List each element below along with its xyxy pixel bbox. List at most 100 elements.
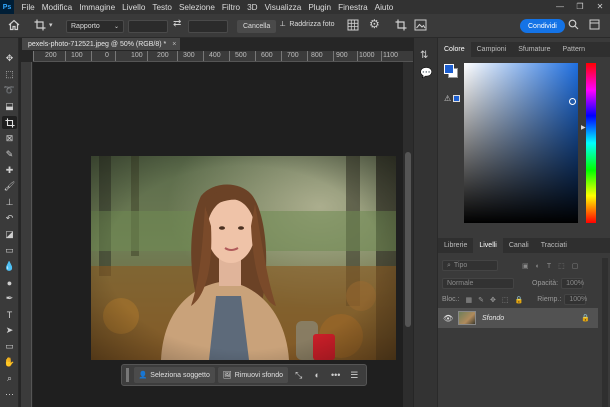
menu-testo[interactable]: Testo [149,3,176,12]
ruler-tick: 0 [105,52,109,59]
workspace-icon[interactable] [589,19,600,30]
menu-3d[interactable]: 3D [244,3,261,12]
eyedropper-tool-icon[interactable]: ✎ [2,148,17,161]
hue-slider-handle-icon[interactable]: ▶ [581,124,586,131]
sliders-icon[interactable]: ☰ [346,370,362,381]
image-frame-icon[interactable] [414,19,427,31]
crop-content-aware-icon[interactable] [395,19,407,31]
eraser-tool-icon[interactable]: ◪ [2,228,17,241]
grid-overlay-icon[interactable] [347,19,359,31]
maximize-button[interactable]: ❐ [570,0,590,14]
tab-tracciati[interactable]: Tracciati [535,238,573,253]
ruler-tick: 500 [235,52,247,59]
photoshop-logo[interactable]: Ps [0,0,14,14]
tab-sfumature[interactable]: Sfumature [512,42,556,57]
layer-filter-select[interactable]: ⌕ Tipo [442,260,498,271]
minimize-button[interactable]: — [550,0,570,14]
document-image[interactable] [91,156,396,360]
swap-arrows-icon[interactable]: ⇄ [173,19,181,29]
lasso-tool-icon[interactable]: ➰ [2,84,17,97]
ruler-tick: 100 [71,52,83,59]
eye-visibility-icon[interactable]: 👁 [443,314,453,323]
width-field[interactable] [128,20,168,33]
tab-colore[interactable]: Colore [438,42,471,57]
crop-tool-icon[interactable] [2,116,17,129]
menu-immagine[interactable]: Immagine [76,3,119,12]
healing-brush-tool-icon[interactable]: ✚ [2,164,17,177]
transform-icon[interactable]: ⤡ [291,370,307,381]
more-options-icon[interactable]: ••• [328,370,344,380]
share-button[interactable]: Condividi [520,19,565,33]
comments-panel-icon[interactable]: 💬 [420,68,432,79]
layer-row-sfondo[interactable]: 👁 Sfondo 🔒 [438,308,598,328]
adjustment-icon[interactable]: ◐ [309,370,325,380]
blend-mode-select[interactable]: Normale [442,278,514,289]
layer-filter-icons[interactable]: ▣◐T⬚▢ [522,262,585,270]
remove-background-button[interactable]: 🖼 Rimuovi sfondo [217,367,288,383]
select-subject-button[interactable]: 👤 Seleziona soggetto [133,367,215,383]
taskbar-drag-handle[interactable] [126,368,129,382]
menu-aiuto[interactable]: Aiuto [371,3,397,12]
gear-icon[interactable]: ⚙ [369,18,380,30]
crop-tool-preset-icon[interactable]: ▾ [34,19,53,31]
tab-pattern[interactable]: Pattern [557,42,592,57]
clone-stamp-tool-icon[interactable]: ⊥ [2,196,17,209]
tab-campioni[interactable]: Campioni [471,42,513,57]
menu-filtro[interactable]: Filtro [218,3,243,12]
path-selection-tool-icon[interactable]: ➤ [2,324,17,337]
lock-options-icons[interactable]: ▦✎✥⬚🔒 [466,296,530,304]
menu-selezione[interactable]: Selezione [175,3,218,12]
ruler-tick: 1000 [359,52,375,59]
move-tool-icon[interactable]: ✥ [2,52,17,65]
frame-tool-icon[interactable]: ⊠ [2,132,17,145]
contextual-task-bar: 👤 Seleziona soggetto 🖼 Rimuovi sfondo ⤡ … [121,364,367,386]
warning-icon: ⚠ [444,94,452,103]
gradient-tool-icon[interactable]: ▭ [2,244,17,257]
dodge-tool-icon[interactable]: ● [2,276,17,289]
lock-icon: 🔒 [581,315,590,322]
hand-tool-icon[interactable]: ✋ [2,356,17,369]
fill-field[interactable]: 100% [564,294,587,305]
color-picker-cursor[interactable] [569,98,576,105]
close-document-icon[interactable]: × [172,41,176,48]
blur-tool-icon[interactable]: 💧 [2,260,17,273]
brush-tool-icon[interactable]: 🖌 [2,180,17,193]
rectangle-tool-icon[interactable]: ▭ [2,340,17,353]
menu-plugin[interactable]: Plugin [305,3,335,12]
document-tab[interactable]: pexels-photo-712521.jpeg @ 50% (RGB/8) *… [22,38,180,50]
tab-librerie[interactable]: Librerie [438,238,473,253]
opacity-field[interactable]: 100% [561,278,584,289]
tab-livelli[interactable]: Livelli [473,238,503,253]
menu-file[interactable]: File [18,3,38,12]
more-tools-icon[interactable]: ⋯ [2,388,17,401]
scrollbar-thumb[interactable] [405,152,411,327]
foreground-color-swatch[interactable] [444,64,454,74]
zoom-tool-icon[interactable]: ⌕ [2,372,17,385]
right-panels: Colore Campioni Sfumature Pattern ⚠ ▶ Li… [438,38,610,407]
menu-visualizza[interactable]: Visualizza [261,3,305,12]
tab-canali[interactable]: Canali [503,238,535,253]
window-controls: — ❐ ✕ [550,0,610,14]
ratio-select[interactable]: Rapporto ⌄ [66,20,124,33]
menu-modifica[interactable]: Modifica [38,3,76,12]
color-picker-field[interactable] [464,63,578,223]
type-tool-icon[interactable]: T [2,308,17,321]
properties-panel-icon[interactable]: ⇅ [420,50,428,61]
hue-slider[interactable] [586,63,596,223]
straighten-button[interactable]: ⟂ Raddrizza foto [280,20,334,28]
menu-livello[interactable]: Livello [119,3,149,12]
history-brush-tool-icon[interactable]: ↶ [2,212,17,225]
close-window-button[interactable]: ✕ [590,0,610,14]
height-field[interactable] [188,20,228,33]
gamut-swatch[interactable] [453,95,460,102]
pen-tool-icon[interactable]: ✒ [2,292,17,305]
home-icon[interactable] [8,19,20,31]
search-icon[interactable] [568,19,579,30]
layers-scrollbar[interactable] [602,258,608,407]
marquee-tool-icon[interactable]: ⬚ [2,68,17,81]
menu-finestra[interactable]: Finestra [335,3,372,12]
object-selection-tool-icon[interactable]: ⬓ [2,100,17,113]
clear-button[interactable]: Cancella [237,20,277,33]
image-icon: 🖼 [222,372,232,379]
canvas-vertical-scrollbar[interactable] [403,62,413,407]
